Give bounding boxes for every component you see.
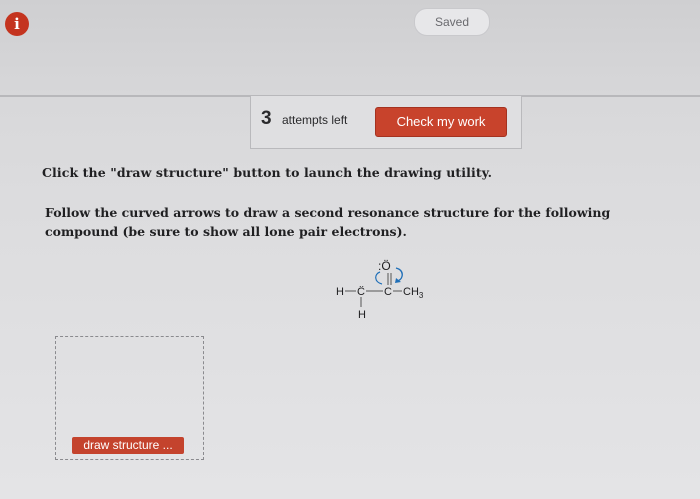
oxygen-atom: :Ö <box>378 259 391 273</box>
curved-arrow-2-icon <box>375 271 383 285</box>
check-my-work-button[interactable]: Check my work <box>375 107 507 137</box>
attempts-label: attempts left <box>282 113 348 127</box>
carbon-2: C <box>384 286 392 298</box>
molecule-structure: :Ö H C .. C CH3 H <box>336 259 424 321</box>
hydrogen-left: H <box>336 286 344 298</box>
drawing-area[interactable]: draw structure ... <box>55 336 204 460</box>
svg-text:..: .. <box>359 279 364 289</box>
saved-status-badge: Saved <box>414 8 490 36</box>
attempts-count: 3 <box>261 108 272 129</box>
info-icon[interactable]: i <box>5 12 29 36</box>
instruction-text: Click the "draw structure" button to lau… <box>42 165 493 180</box>
hydrogen-bottom: H <box>358 309 366 321</box>
draw-structure-button[interactable]: draw structure ... <box>72 437 184 454</box>
methyl-group: CH3 <box>403 286 424 300</box>
attempts-panel: 3 attempts left Check my work <box>250 96 522 149</box>
question-text: Follow the curved arrows to draw a secon… <box>45 205 611 239</box>
top-bar: i Saved <box>0 0 700 95</box>
